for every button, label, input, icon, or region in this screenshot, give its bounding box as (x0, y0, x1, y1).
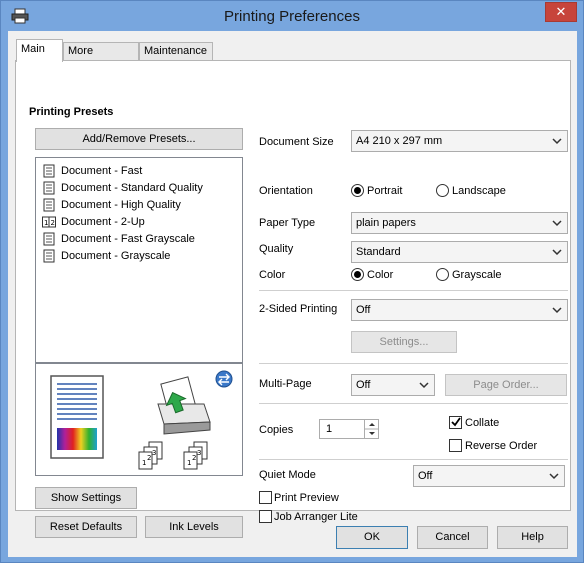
color-label: Color (259, 269, 286, 281)
quiet-mode-value: Off (418, 470, 433, 482)
svg-text:2: 2 (51, 219, 55, 227)
copies-spin-buttons[interactable] (364, 420, 379, 438)
paper-type-select[interactable]: plain papers (351, 212, 568, 234)
collate-checkbox[interactable] (449, 416, 462, 429)
document-icon (43, 232, 55, 246)
job-arranger-label: Job Arranger Lite (274, 511, 358, 523)
list-item-label: Document - Fast (61, 165, 143, 177)
two-sided-printing-label: 2-Sided Printing (259, 303, 338, 315)
document-icon (43, 181, 55, 195)
quiet-mode-select[interactable]: Off (413, 465, 565, 487)
cancel-button[interactable]: Cancel (417, 526, 488, 549)
checkmark-icon (451, 417, 461, 427)
document-icon (43, 249, 55, 263)
grayscale-label: Grayscale (452, 269, 502, 281)
title-bar[interactable]: Printing Preferences ✕ (1, 1, 583, 31)
window-title: Printing Preferences (224, 8, 360, 25)
page-number-b3: 3 (197, 449, 201, 457)
list-item-label: Document - Standard Quality (61, 182, 203, 194)
page-number-a1: 1 (142, 459, 146, 467)
spin-arrows-icon (365, 423, 379, 435)
quality-label: Quality (259, 243, 294, 255)
quiet-mode-label: Quiet Mode (259, 469, 316, 481)
two-up-icon: 12 (42, 216, 56, 228)
collate-label: Collate (465, 417, 500, 429)
portrait-radio[interactable] (351, 184, 364, 197)
reverse-order-checkbox[interactable] (449, 439, 462, 452)
document-size-select[interactable]: A4 210 x 297 mm (351, 130, 568, 152)
ok-button[interactable]: OK (336, 526, 408, 549)
landscape-radio[interactable] (436, 184, 449, 197)
page-number-b2: 2 (192, 454, 196, 462)
tab-maintenance[interactable]: Maintenance (139, 42, 213, 61)
landscape-label: Landscape (452, 185, 506, 197)
job-arranger-checkbox[interactable] (259, 510, 272, 523)
paper-type-label: Paper Type (259, 217, 316, 229)
two-sided-printing-select[interactable]: Off (351, 299, 568, 321)
page-number-a3: 3 (152, 449, 156, 457)
help-button[interactable]: Help (497, 526, 568, 549)
print-preview-label: Print Preview (274, 492, 339, 504)
quality-value: Standard (356, 246, 401, 258)
copies-stepper[interactable]: 1 (319, 419, 379, 439)
portrait-label: Portrait (367, 185, 403, 197)
chevron-down-icon (552, 307, 562, 314)
presets-list[interactable]: Document - Fast Document - Standard Qual… (35, 157, 243, 363)
document-icon (43, 198, 55, 212)
copies-value: 1 (326, 423, 333, 435)
svg-text:1: 1 (44, 219, 48, 227)
color-radio[interactable] (351, 268, 364, 281)
copies-label: Copies (259, 424, 294, 436)
chevron-down-icon (552, 138, 562, 145)
multi-page-label: Multi-Page (259, 378, 312, 390)
print-preview-panel: 1 2 3 1 2 3 (35, 363, 243, 476)
separator (259, 403, 568, 404)
print-preview-checkbox[interactable] (259, 491, 272, 504)
reverse-order-label: Reverse Order (465, 440, 538, 452)
dialog-body: Main More Options Maintenance Printing P… (8, 31, 577, 557)
list-item-label: Document - Fast Grayscale (61, 233, 195, 245)
paper-type-value: plain papers (356, 217, 416, 229)
ink-levels-button[interactable]: Ink Levels (145, 516, 243, 538)
chevron-down-icon (419, 382, 429, 389)
printing-presets-heading: Printing Presets (29, 106, 114, 118)
list-item-label: Document - Grayscale (61, 250, 171, 262)
orientation-label: Orientation (259, 185, 313, 197)
grayscale-radio[interactable] (436, 268, 449, 281)
list-item-label: Document - High Quality (61, 199, 181, 211)
add-remove-presets-button[interactable]: Add/Remove Presets... (35, 128, 243, 150)
page-order-button[interactable]: Page Order... (445, 374, 567, 396)
color-option-label: Color (367, 269, 394, 281)
chevron-down-icon (552, 220, 562, 227)
show-settings-button[interactable]: Show Settings (35, 487, 137, 509)
separator (259, 459, 568, 460)
multi-page-select[interactable]: Off (351, 374, 435, 396)
page-number-a2: 2 (147, 454, 151, 462)
page-preview-illustration: 1 2 3 1 2 3 (50, 370, 233, 470)
main-tab-panel: Printing Presets Add/Remove Presets... D… (15, 60, 571, 538)
chevron-down-icon (549, 473, 559, 480)
tab-main[interactable]: Main (16, 39, 63, 62)
close-button[interactable]: ✕ (545, 2, 577, 22)
two-sided-value: Off (356, 304, 371, 316)
two-sided-settings-button[interactable]: Settings... (351, 331, 457, 353)
quality-select[interactable]: Standard (351, 241, 568, 263)
separator (259, 363, 568, 364)
multi-page-value: Off (356, 379, 371, 391)
reset-defaults-button[interactable]: Reset Defaults (35, 516, 137, 538)
page-number-b1: 1 (187, 459, 191, 467)
chevron-down-icon (552, 249, 562, 256)
separator (259, 290, 568, 291)
tab-more-options[interactable]: More Options (63, 42, 139, 74)
list-item-label: Document - 2-Up (61, 216, 145, 228)
document-size-value: A4 210 x 297 mm (356, 135, 443, 147)
document-size-label: Document Size (259, 136, 334, 148)
document-icon (43, 164, 55, 178)
printing-preferences-window: Printing Preferences ✕ Main More Options… (0, 0, 584, 563)
